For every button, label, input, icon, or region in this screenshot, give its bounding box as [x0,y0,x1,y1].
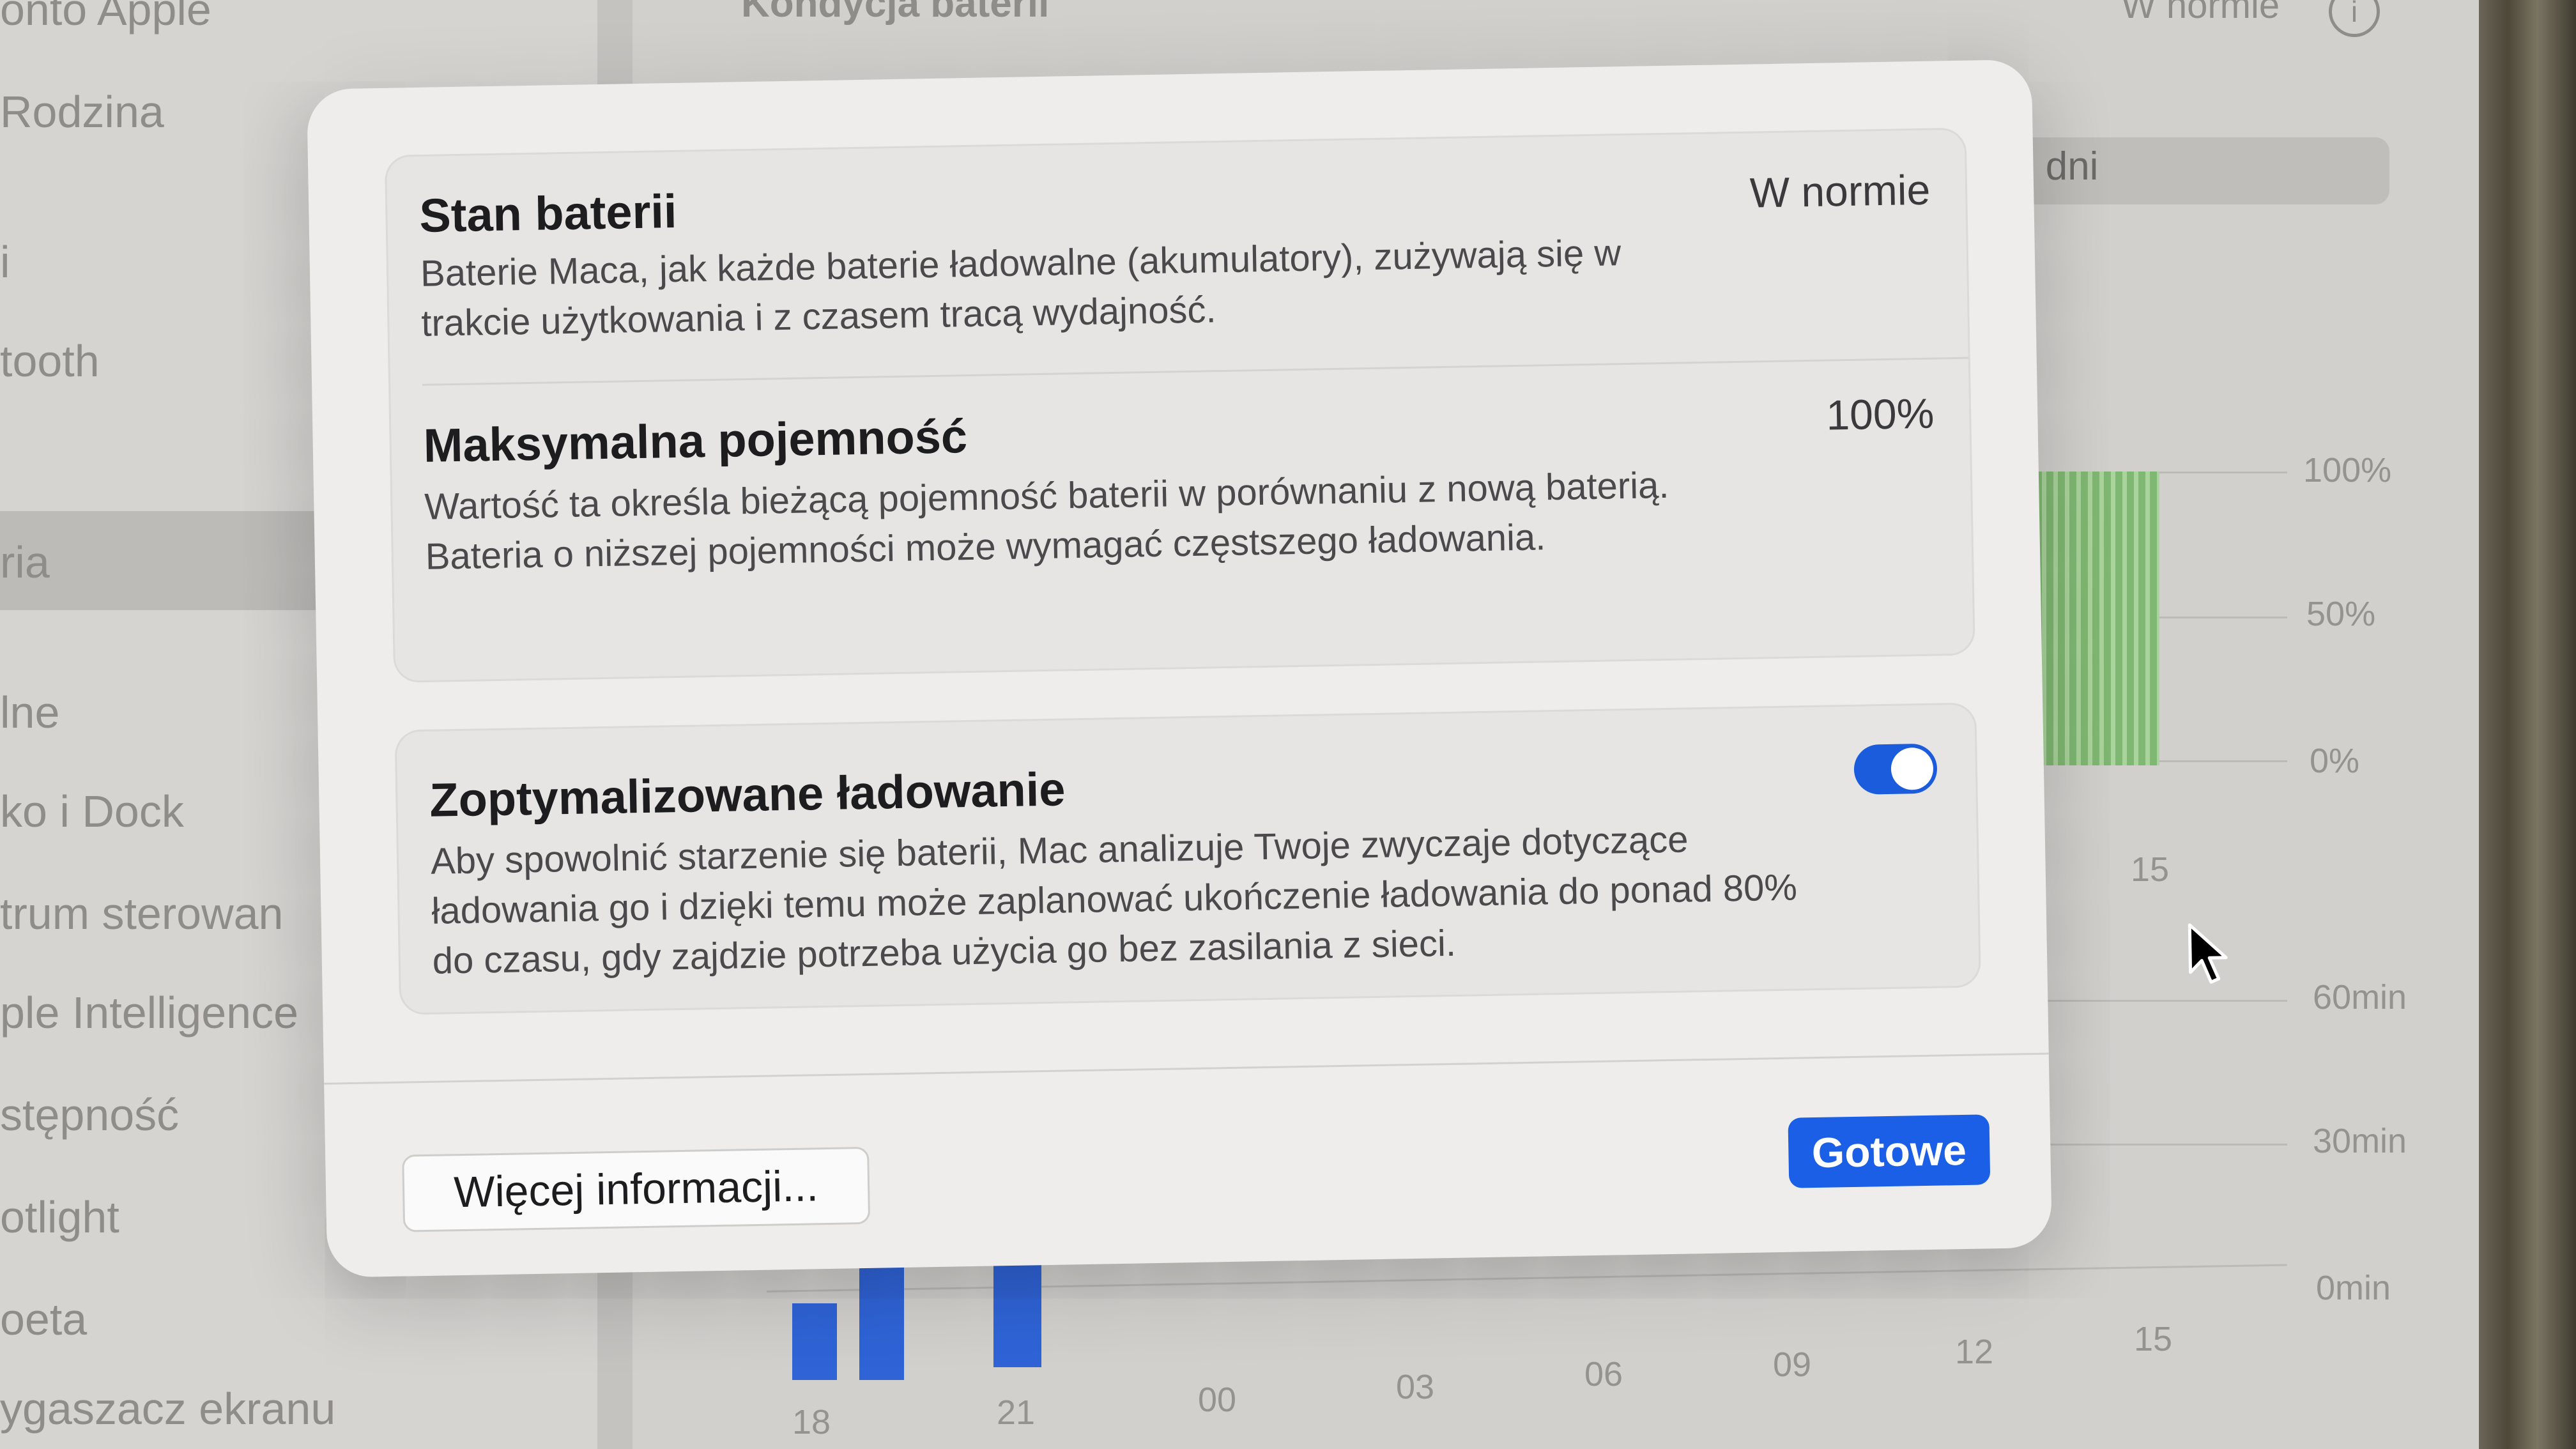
usage-x-label: 06 [1584,1355,1623,1393]
sidebar-item-desktop-dock[interactable]: ko i Dock [0,786,184,837]
usage-x-label: 09 [1773,1346,1812,1384]
sidebar-item-family[interactable]: Rodzina [0,86,164,137]
level-axis-label: 0% [2310,742,2360,780]
usage-x-label: 15 [2134,1320,2173,1358]
usage-axis-label: 0min [2316,1269,2391,1307]
desktop-wallpaper-edge [2479,0,2576,1449]
usage-x-label: 21 [997,1393,1036,1432]
usage-bar [859,1262,904,1380]
usage-grid-line [2032,1144,2287,1146]
sidebar-item-screen-saver[interactable]: ygaszacz ekranu [0,1383,335,1434]
usage-grid-line [2032,1000,2287,1002]
mouse-pointer-icon [2188,923,2228,984]
done-button[interactable]: Gotowe [1788,1114,1991,1188]
panel-separator [422,356,1968,386]
sidebar-item-general[interactable]: lne [0,687,59,738]
sidebar-item-control-center[interactable]: trum sterowan [0,888,283,939]
footer-separator [324,1052,2049,1085]
sidebar-item-battery[interactable]: ria [0,537,50,588]
sidebar-item-apple-intelligence[interactable]: ple Intelligence [0,987,298,1038]
maximum-capacity-title: Maksymalna pojemność [423,410,968,472]
usage-x-label: 03 [1396,1368,1435,1406]
toggle-knob [1890,747,1934,790]
sidebar-item-accessibility[interactable]: stępność [0,1089,179,1140]
usage-axis-label: 30min [2313,1122,2407,1160]
pane-header-status: W normie [2121,0,2280,26]
pane-header-title: Kondycja baterii [741,0,1050,26]
screen: onto Apple Rodzina i tooth ria lne ko i … [0,0,2576,1449]
sidebar-item-wallpaper[interactable]: oeta [0,1294,87,1345]
usage-bar [792,1303,837,1380]
maximum-capacity-value: 100% [1825,389,1935,439]
battery-condition-title: Stan baterii [418,184,678,242]
optimized-charging-description: Aby spowolnić starzenie się baterii, Mac… [430,818,1798,982]
level-axis-label: 50% [2306,595,2376,633]
usage-bar [993,1255,1041,1367]
battery-condition-description: Baterie Maca, jak każde baterie ładowaln… [420,232,1621,344]
optimized-charging-toggle[interactable] [1853,743,1938,795]
sidebar-item-bluetooth[interactable]: tooth [0,335,100,387]
level-x-label: 15 [2131,850,2170,889]
optimized-charging-panel: Zoptymalizowane ładowanie Aby spowolnić … [394,702,1981,1015]
battery-health-sheet: Stan baterii W normie Baterie Maca, jak … [307,59,2228,1278]
maximum-capacity-description: Wartość ta określa bieżącą pojemność bat… [424,464,1669,578]
usage-x-label: 12 [1955,1333,1994,1371]
battery-level-bars [2035,471,2159,765]
usage-x-label: 18 [792,1403,831,1441]
usage-x-label: 00 [1198,1381,1237,1419]
optimized-charging-title: Zoptymalizowane ładowanie [429,762,1066,827]
sidebar-item-wifi[interactable]: i [0,236,10,288]
usage-axis-label: 60min [2313,978,2407,1016]
sidebar-item-spotlight[interactable]: otlight [0,1192,119,1243]
battery-condition-value: W normie [1749,165,1931,217]
more-info-button[interactable]: Więcej informacji... [402,1146,871,1232]
level-axis-label: 100% [2303,451,2392,489]
sidebar-item-apple-account[interactable]: onto Apple [0,0,211,35]
battery-info-panel: Stan baterii W normie Baterie Maca, jak … [384,127,1975,683]
